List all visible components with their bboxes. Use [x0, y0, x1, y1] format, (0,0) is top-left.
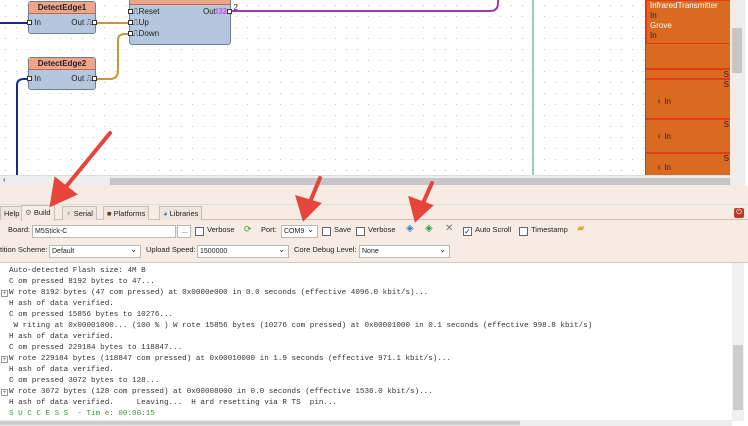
pin-out: Out — [202, 7, 216, 16]
pin-out: Out — [71, 74, 85, 83]
debug-level-select[interactable]: None — [359, 244, 450, 258]
build-toolbar-row2: tition Scheme: Default Upload Speed: 150… — [0, 242, 748, 260]
output-line: H ash of data verified. — [9, 300, 114, 308]
expand-icon[interactable]: + — [1, 389, 8, 396]
partition-label: tition Scheme: — [0, 245, 48, 254]
auto-scroll-label: Auto Scroll — [475, 225, 512, 234]
expand-icon[interactable]: + — [1, 356, 8, 363]
open-folder-icon[interactable]: ▰ — [577, 223, 585, 234]
timestamp-label: Timestamp — [531, 225, 568, 234]
verbose-label: Verbose — [207, 225, 235, 234]
component-title — [130, 0, 230, 5]
detect-edge-2[interactable]: DetectEdge2 In Out ⎍ — [27, 57, 97, 90]
auto-scroll-checkbox[interactable]: ✓ — [463, 227, 472, 236]
pin-in: In — [650, 31, 657, 40]
wire-label: 2 — [233, 3, 238, 12]
section-label: S — [723, 154, 729, 163]
bottom-tabs: Help ⚙ Build ♆ Serial ■ Platforms ◕ Libr… — [0, 205, 748, 221]
expand-icon[interactable]: + — [1, 290, 8, 297]
compile-upload-icon[interactable]: ◈ — [425, 223, 433, 234]
board-input[interactable]: M5Stick-C — [32, 225, 176, 238]
pin-in: In — [664, 97, 671, 106]
pin-out: Out — [71, 18, 85, 27]
close-panel-icon[interactable]: ⏻ — [734, 208, 744, 218]
refresh-ports-icon[interactable]: ⟳ — [244, 224, 252, 235]
up-down-counter[interactable]: ⎍Reset ⎍Up ⎍Down OutI32 2 — [128, 0, 238, 45]
tab-platforms[interactable]: ■ Platforms — [103, 206, 150, 220]
infrared-transmitter-label: InfraredTransmitter — [650, 1, 718, 10]
output-line: C om pressed 8192 bytes to 47... — [9, 278, 155, 286]
output-line: H ash of data verified. Leaving... H ard… — [9, 399, 338, 407]
output-line: C om pressed 3072 bytes to 128... — [9, 377, 160, 385]
output-line: Auto-detected Flash size: 4M B — [9, 267, 146, 275]
output-hscrollbar[interactable] — [0, 420, 732, 426]
output-line: H ash of data verified. — [9, 366, 114, 374]
wire — [96, 33, 130, 80]
board-label: Board: — [8, 225, 31, 234]
pin-down: Down — [138, 29, 160, 38]
output-scrollbar[interactable] — [732, 263, 744, 421]
pin-in: In — [34, 74, 41, 83]
component-title: DetectEdge1 — [29, 2, 95, 14]
upload-speed-label: Upload Speed: — [146, 245, 196, 254]
gears-icon: ⚙ — [25, 208, 32, 217]
wire — [232, 0, 499, 12]
wires — [0, 0, 534, 186]
output-line: C om pressed 229184 bytes to 118847... — [9, 344, 183, 352]
pin-reset: Reset — [138, 7, 160, 16]
save-checkbox[interactable] — [322, 227, 331, 236]
diagram-canvas[interactable]: DetectEdge1 In Out ⎍ DetectEdge2 In Out … — [0, 0, 748, 186]
vertical-scrollbar[interactable] — [730, 0, 745, 186]
build-toolbar-row1: Board: M5Stick-C ... Verbose ⟳ Port: COM… — [0, 222, 748, 240]
debug-level-label: Core Debug Level: — [294, 245, 357, 254]
tab-serial[interactable]: ♆ Serial — [62, 206, 97, 220]
verbose-checkbox[interactable] — [195, 227, 204, 236]
clear-icon[interactable]: ✕ — [445, 223, 453, 234]
timestamp-checkbox[interactable] — [519, 227, 528, 236]
build-output[interactable]: Auto-detected Flash size: 4M B C om press… — [0, 262, 748, 426]
output-line: W rote 3072 bytes (128 com pressed) at 0… — [9, 388, 433, 396]
device-panel[interactable]: InfraredTransmitter In Grove In S S ♀ In … — [645, 0, 731, 175]
tab-build[interactable]: ⚙ Build — [21, 205, 55, 221]
output-line: H ash of data verified. — [9, 333, 114, 341]
pin-in: In — [650, 11, 657, 20]
section-label: S — [723, 120, 729, 129]
port-label: Port: — [261, 225, 277, 234]
tab-help[interactable]: Help — [0, 206, 24, 220]
pin-in: In — [34, 18, 41, 27]
board-browse-button[interactable]: ... — [177, 225, 191, 238]
save-label: Save — [334, 225, 352, 234]
port-select[interactable]: COM9 — [281, 224, 318, 238]
component-title: DetectEdge2 — [29, 58, 95, 70]
verbose-upload-checkbox[interactable] — [356, 227, 365, 236]
wire — [16, 78, 28, 186]
verbose-upload-label: Verbose — [368, 225, 396, 234]
tab-libraries[interactable]: ◕ Libraries — [159, 206, 203, 220]
detect-edge-1[interactable]: DetectEdge1 In Out ⎍ — [27, 1, 97, 34]
pin-in: In — [664, 163, 671, 172]
upload-speed-select[interactable]: 1500000 — [197, 244, 289, 258]
section-label: S — [723, 80, 729, 89]
libraries-icon: ◕ — [163, 209, 168, 218]
grove-label: Grove — [650, 21, 672, 30]
pin-up: Up — [138, 18, 149, 27]
pin-type: I32 — [215, 7, 227, 16]
pin-in: In — [664, 132, 671, 141]
output-line: W rote 229184 bytes (118847 com pressed)… — [9, 355, 452, 363]
upload-icon[interactable]: ◈ — [406, 223, 414, 234]
serial-icon: ♆ — [66, 209, 72, 218]
output-line: W riting at 0x00001000... (100 % ) W rot… — [9, 322, 593, 330]
horizontal-scrollbar[interactable]: ‹ — [0, 175, 730, 186]
output-line: W rote 8192 bytes (47 com pressed) at 0x… — [9, 289, 429, 297]
partition-select[interactable]: Default — [49, 244, 141, 258]
output-line: C om pressed 15856 bytes to 10276... — [9, 311, 174, 319]
output-line: S U C C E S S - Tim e: 00:00:15 — [9, 410, 155, 418]
box-icon: ■ — [107, 209, 112, 218]
